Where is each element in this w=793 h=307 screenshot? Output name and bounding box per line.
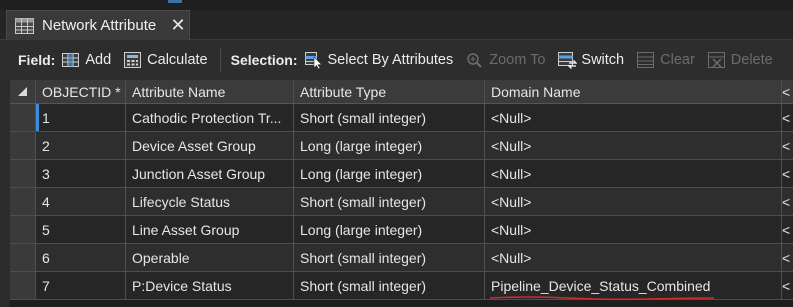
cell-objectid[interactable]: 3 [36, 160, 126, 187]
add-field-label: Add [85, 52, 112, 68]
column-header-domain-name[interactable]: Domain Name [485, 80, 782, 103]
table-body: 1 Cathodic Protection Tr... Short (small… [10, 104, 793, 300]
cell-attribute-name[interactable]: Lifecycle Status [126, 188, 294, 215]
red-underline-annotation [489, 296, 715, 301]
clear-label: Clear [660, 52, 695, 68]
table-row[interactable]: 5 Line Asset Group Long (large integer) … [10, 216, 793, 244]
select-by-attributes-button[interactable]: Select By Attributes [304, 51, 454, 70]
column-header-attribute-name[interactable]: Attribute Name [126, 80, 294, 103]
cell-domain-name[interactable]: <Null> [485, 188, 782, 215]
row-selector[interactable] [10, 132, 36, 159]
cell-attribute-type[interactable]: Long (large integer) [294, 216, 485, 243]
row-selector[interactable] [10, 188, 36, 215]
cell-next[interactable]: < [782, 104, 793, 131]
cell-objectid[interactable]: 2 [36, 132, 126, 159]
cell-attribute-name[interactable]: Cathodic Protection Tr... [126, 104, 294, 131]
selection-label: Selection: [230, 52, 298, 68]
table-row[interactable]: 6 Operable Short (small integer) <Null> … [10, 244, 793, 272]
cell-domain-name[interactable]: <Null> [485, 244, 782, 271]
delete-label: Delete [730, 52, 773, 68]
cell-objectid[interactable]: 1 [36, 104, 126, 131]
window-top-strip [0, 0, 793, 10]
cell-attribute-type[interactable]: Short (small integer) [294, 272, 485, 299]
tab-title: Network Attribute [42, 17, 157, 34]
cell-attribute-type[interactable]: Short (small integer) [294, 104, 485, 131]
field-label: Field: [18, 52, 56, 68]
clear-button[interactable]: Clear [636, 51, 695, 69]
table-row[interactable]: 2 Device Asset Group Long (large integer… [10, 132, 793, 160]
switch-label: Switch [581, 52, 625, 68]
cell-attribute-type[interactable]: Long (large integer) [294, 160, 485, 187]
attribute-table: OBJECTID * Attribute Name Attribute Type… [10, 80, 793, 307]
toolbar-divider [219, 48, 221, 72]
zoom-to-button[interactable]: Zoom To [465, 51, 545, 69]
cell-attribute-type[interactable]: Short (small integer) [294, 244, 485, 271]
corner-triangle-icon [18, 87, 27, 96]
cell-next[interactable]: < [782, 160, 793, 187]
zoom-to-label: Zoom To [489, 52, 546, 68]
add-field-icon [61, 51, 81, 69]
calculate-button[interactable]: Calculate [123, 51, 208, 69]
cell-objectid[interactable]: 7 [36, 272, 126, 299]
select-by-attributes-label: Select By Attributes [327, 52, 454, 68]
tab-bar: Network Attribute ✕ [0, 10, 793, 40]
cell-domain-name[interactable]: <Null> [485, 216, 782, 243]
cell-attribute-type[interactable]: Long (large integer) [294, 132, 485, 159]
cell-attribute-name[interactable]: Operable [126, 244, 294, 271]
calculate-label: Calculate [147, 52, 208, 68]
switch-selection-icon [557, 51, 578, 69]
switch-button[interactable]: Switch [557, 51, 624, 69]
table-row[interactable]: 3 Junction Asset Group Long (large integ… [10, 160, 793, 188]
cell-next[interactable]: < [782, 188, 793, 215]
cell-domain-name[interactable]: <Null> [485, 132, 782, 159]
cell-next[interactable]: < [782, 272, 793, 299]
row-selector[interactable] [10, 216, 36, 243]
cell-next[interactable]: < [782, 244, 793, 271]
table-header: OBJECTID * Attribute Name Attribute Type… [10, 80, 793, 104]
cell-objectid[interactable]: 6 [36, 244, 126, 271]
row-selector[interactable] [10, 160, 36, 187]
accent-marker [168, 0, 182, 3]
calculator-icon [123, 51, 143, 69]
cell-attribute-type[interactable]: Short (small integer) [294, 188, 485, 215]
select-all-corner[interactable] [10, 80, 36, 103]
clear-selection-icon [636, 51, 656, 69]
close-icon[interactable]: ✕ [167, 15, 189, 36]
column-header-attribute-type[interactable]: Attribute Type [294, 80, 485, 103]
delete-icon [707, 51, 727, 69]
column-header-objectid[interactable]: OBJECTID * [36, 80, 126, 103]
cell-objectid[interactable]: 4 [36, 188, 126, 215]
cell-objectid[interactable]: 5 [36, 216, 126, 243]
zoom-to-icon [465, 51, 485, 69]
table-row[interactable]: 1 Cathodic Protection Tr... Short (small… [10, 104, 793, 132]
cell-attribute-name[interactable]: P:Device Status [126, 272, 294, 299]
delete-button[interactable]: Delete [707, 51, 773, 69]
row-selector[interactable] [10, 272, 36, 299]
tab-network-attribute[interactable]: Network Attribute ✕ [6, 10, 190, 40]
select-by-attributes-icon [304, 51, 324, 70]
cell-next[interactable]: < [782, 216, 793, 243]
cell-attribute-name[interactable]: Line Asset Group [126, 216, 294, 243]
cell-attribute-name[interactable]: Device Asset Group [126, 132, 294, 159]
cell-domain-name[interactable]: <Null> [485, 104, 782, 131]
cell-attribute-name[interactable]: Junction Asset Group [126, 160, 294, 187]
cell-next[interactable]: < [782, 132, 793, 159]
toolbar: Field: Add Calculate Selection: Select B… [0, 41, 793, 79]
cell-domain-name[interactable]: <Null> [485, 160, 782, 187]
table-icon [15, 17, 34, 34]
row-selector[interactable] [10, 244, 36, 271]
add-field-button[interactable]: Add [61, 51, 111, 69]
column-header-next[interactable]: < [782, 80, 793, 103]
row-selector[interactable] [10, 104, 36, 131]
table-row[interactable]: 4 Lifecycle Status Short (small integer)… [10, 188, 793, 216]
